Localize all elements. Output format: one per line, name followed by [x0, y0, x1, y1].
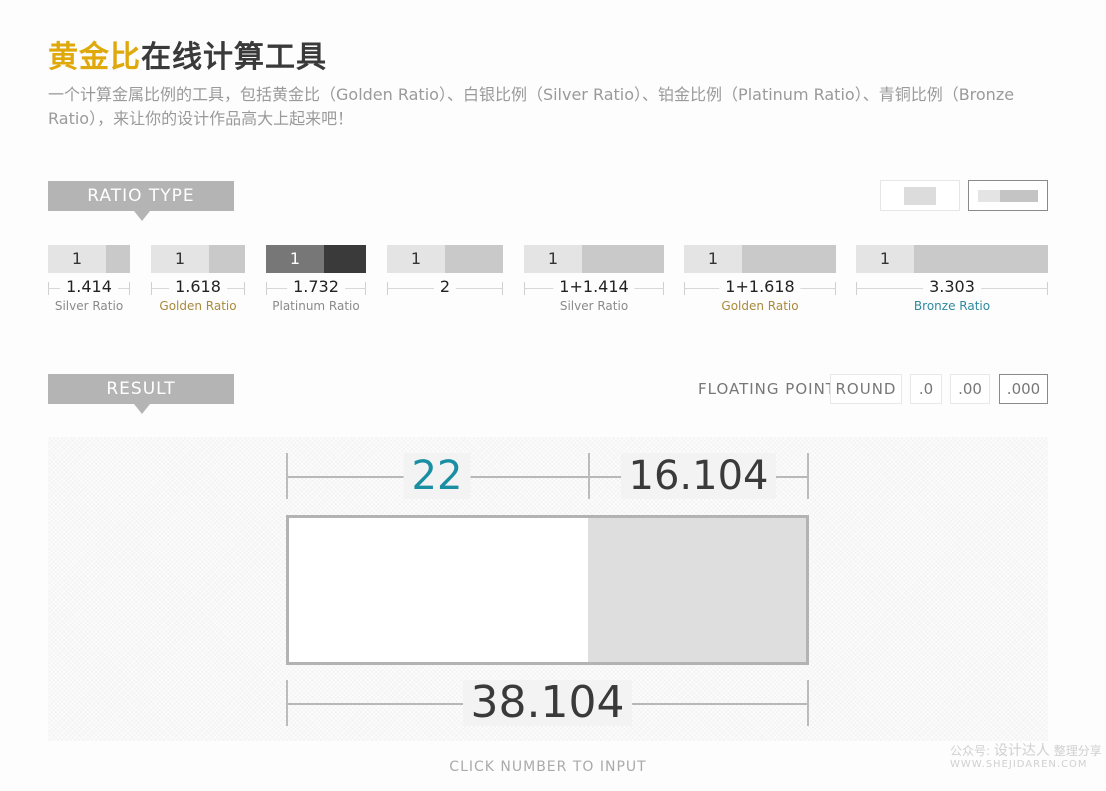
ratio-unit: 1 — [48, 245, 106, 273]
ratio-rest — [209, 245, 245, 273]
single-block-icon — [904, 187, 936, 205]
ratio-measure: 1.732 — [266, 277, 366, 299]
dimension-tick — [807, 680, 809, 726]
ratio-option-platinum[interactable]: 1 1.732 Platinum Ratio — [266, 245, 366, 313]
dimension-tick — [588, 453, 590, 499]
part-a-dimension: 22 — [286, 453, 588, 501]
ratio-rest — [445, 245, 503, 273]
ratio-type-label: RATIO TYPE — [48, 181, 234, 221]
part-b-dimension: 16.104 — [588, 453, 809, 501]
dimension-tick — [807, 453, 809, 499]
watermark-suffix: 整理分享 — [1053, 744, 1102, 758]
ratio-option-bronze[interactable]: 1 3.303 Bronze Ratio — [856, 245, 1048, 313]
ratio-bar: 1 — [684, 245, 836, 273]
floating-point-label: FLOATING POINT — [698, 380, 836, 398]
ratio-unit: 1 — [387, 245, 445, 273]
ratio-measure: 1.618 — [151, 277, 245, 299]
split-block-icon-right — [1000, 190, 1038, 202]
ratio-bar: 1 — [524, 245, 664, 273]
ratio-rest — [914, 245, 1048, 273]
ratio-unit: 1 — [151, 245, 209, 273]
ratio-measure: 1.414 — [48, 277, 130, 299]
ratio-rest — [582, 245, 664, 273]
ratio-option-silver[interactable]: 1 1.414 Silver Ratio — [48, 245, 130, 313]
single-block-layout-toggle[interactable] — [880, 180, 960, 211]
ratio-value: 1+1.618 — [719, 277, 801, 296]
ratio-name: Platinum Ratio — [272, 299, 360, 313]
ratio-option-silver-plus[interactable]: 1 1+1.414 Silver Ratio — [524, 245, 664, 313]
ratio-unit: 1 — [684, 245, 742, 273]
ratio-name: Golden Ratio — [159, 299, 237, 313]
ratio-value: 2 — [433, 277, 457, 296]
floating-point-3-button[interactable]: .000 — [999, 374, 1048, 404]
ratio-measure: 1+1.618 — [684, 277, 836, 299]
ratio-bar: 1 — [266, 245, 366, 273]
ratio-name: Silver Ratio — [54, 299, 124, 313]
ratio-value: 1.618 — [169, 277, 227, 296]
ratio-rectangle-part-b — [588, 518, 806, 662]
ratio-unit: 1 — [266, 245, 324, 273]
floating-point-2-button[interactable]: .00 — [950, 374, 990, 404]
floating-point-round-button[interactable]: ROUND — [830, 374, 902, 404]
ratio-rest — [106, 245, 130, 273]
floating-point-1-button[interactable]: .0 — [910, 374, 942, 404]
ratio-rest — [742, 245, 836, 273]
title-highlight: 黄金比 — [48, 40, 141, 75]
result-label: RESULT — [48, 374, 234, 414]
ratio-rectangle-part-a — [289, 518, 588, 662]
ratio-bar: 1 — [48, 245, 130, 273]
ratio-value: 3.303 — [923, 277, 981, 296]
ratio-bar: 1 — [856, 245, 1048, 273]
ratio-value: 1.732 — [287, 277, 345, 296]
watermark-url: WWW.SHEJIDAREN.COM — [950, 759, 1088, 770]
input-hint: CLICK NUMBER TO INPUT — [449, 759, 647, 775]
ratio-name: Silver Ratio — [559, 299, 629, 313]
ratio-option-golden[interactable]: 1 1.618 Golden Ratio — [151, 245, 245, 313]
ratio-unit: 1 — [524, 245, 582, 273]
split-block-icon-left — [978, 190, 1000, 202]
ratio-value: 1.414 — [60, 277, 118, 296]
ratio-rest — [324, 245, 366, 273]
part-b-value[interactable]: 16.104 — [620, 453, 777, 499]
ratio-rectangle — [286, 515, 809, 665]
watermark: 公众号: 设计达人 整理分享 WWW.SHEJIDAREN.COM — [950, 744, 1102, 772]
ratio-measure: 3.303 — [856, 277, 1048, 299]
ratio-option-golden-plus[interactable]: 1 1+1.618 Golden Ratio — [684, 245, 836, 313]
watermark-brand: 设计达人 — [993, 743, 1050, 759]
dimension-tick — [286, 680, 288, 726]
ratio-measure: 1+1.414 — [524, 277, 664, 299]
ratio-value: 1+1.414 — [553, 277, 635, 296]
total-dimension: 38.104 — [286, 680, 809, 728]
dimension-tick — [286, 453, 288, 499]
total-value[interactable]: 38.104 — [462, 680, 633, 726]
title-rest: 在线计算工具 — [141, 40, 327, 75]
ratio-name: Bronze Ratio — [913, 299, 991, 313]
ratio-measure: 2 — [387, 277, 503, 299]
page-title: 黄金比在线计算工具 — [48, 38, 327, 78]
ratio-unit: 1 — [856, 245, 914, 273]
ratio-bar: 1 — [151, 245, 245, 273]
ratio-name: Golden Ratio — [721, 299, 799, 313]
ratio-bar: 1 — [387, 245, 503, 273]
watermark-prefix: 公众号: — [950, 744, 991, 758]
ratio-option-two[interactable]: 1 2 — [387, 245, 503, 299]
split-block-layout-toggle[interactable] — [968, 180, 1048, 211]
part-a-value[interactable]: 22 — [403, 453, 471, 499]
page-description: 一个计算金属比例的工具，包括黄金比（Golden Ratio）、白银比例（Sil… — [48, 85, 1015, 128]
